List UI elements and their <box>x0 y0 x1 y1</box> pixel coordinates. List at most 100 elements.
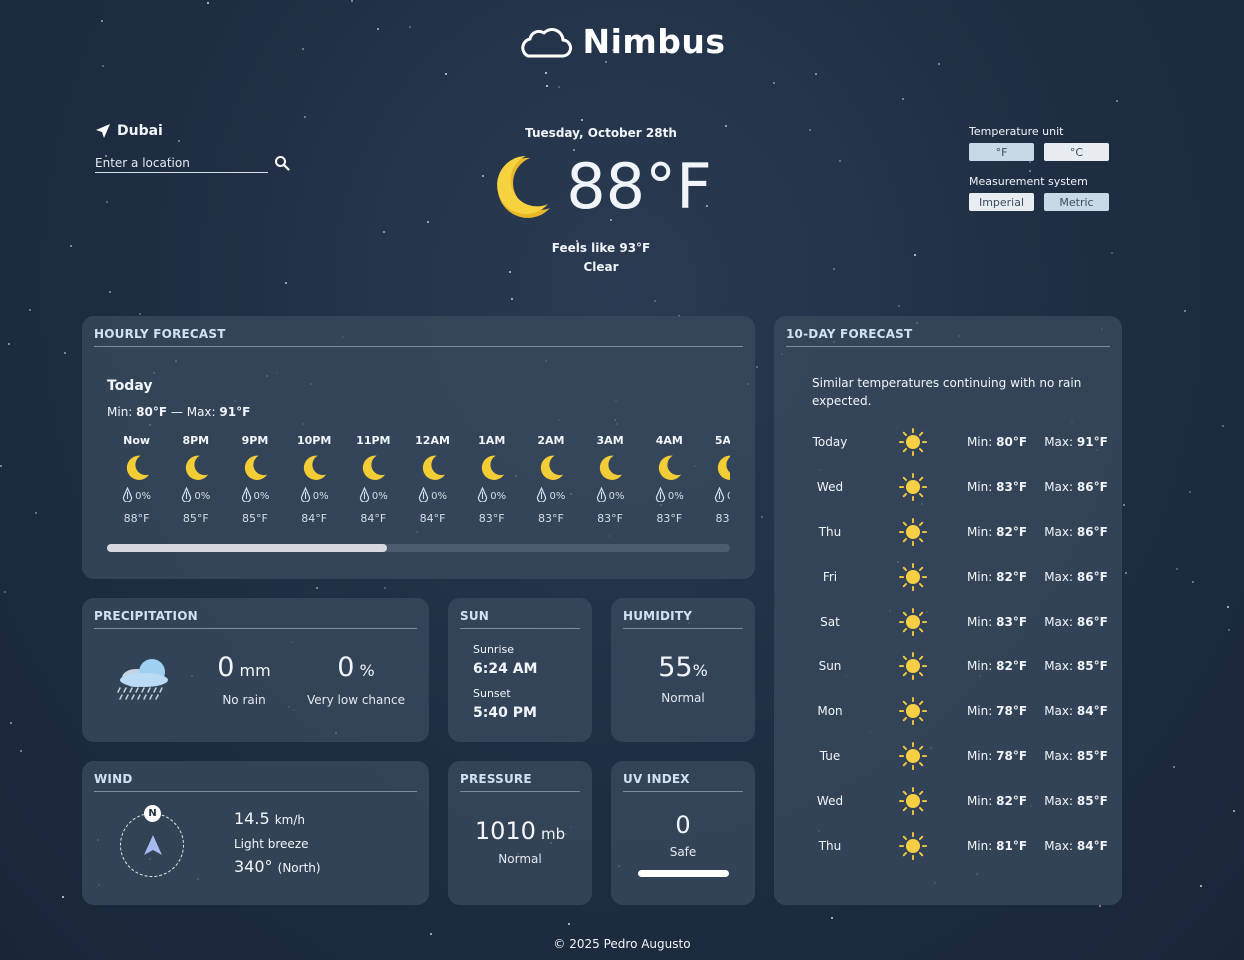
sun-icon <box>886 562 940 592</box>
current-location[interactable]: Dubai <box>95 123 290 139</box>
wind-description: Light breeze <box>234 837 309 851</box>
sun-icon <box>886 741 940 771</box>
rain-chance: 0% <box>462 484 521 508</box>
precip-amount-unit: mm <box>239 661 271 680</box>
hour-time: 5AM <box>714 434 730 447</box>
hourly-item: 4AM 0% 83°F <box>640 434 699 534</box>
forecast-day-row: Sun Min: 82°F Max: 85°F <box>774 644 1122 689</box>
day-min: Min: 80°F <box>966 435 1028 450</box>
raindrop-icon <box>714 486 725 505</box>
wind-speed: 14.5 <box>234 809 270 828</box>
hour-temp: 83°F <box>656 512 683 525</box>
rain-chance: 0% <box>166 484 225 508</box>
day-max: Max: 84°F <box>1044 838 1108 853</box>
ten-day-forecast-card: 10-DAY FORECAST Similar temperatures con… <box>774 316 1122 905</box>
rain-chance: 0% <box>521 484 580 508</box>
day-min: Min: 82°F <box>966 524 1028 539</box>
forecast-day-row: Wed Min: 82°F Max: 85°F <box>774 778 1122 823</box>
hourly-list[interactable]: Now 0% 88°F 8PM 0% 85°F 9PM 0% 85°F 10PM 0% 84°F 11P… <box>107 434 730 534</box>
forecast-day-row: Sat Min: 83°F Max: 86°F <box>774 599 1122 644</box>
humidity-label: Normal <box>661 691 705 705</box>
hour-time: 10PM <box>296 434 332 447</box>
metric-button[interactable]: Metric <box>1044 193 1109 211</box>
precip-chance-label: Very low chance <box>307 693 405 707</box>
app-title: Nimbus <box>582 22 726 61</box>
wind-direction-name: (North) <box>277 861 321 875</box>
sun-icon <box>886 472 940 502</box>
moon-icon <box>462 450 521 484</box>
day-min: Min: 82°F <box>966 793 1028 808</box>
day-max: Max: 86°F <box>1044 480 1108 495</box>
precip-amount-label: No rain <box>222 693 266 707</box>
ten-day-summary: Similar temperatures continuing with no … <box>812 376 1082 408</box>
day-name: Sun <box>818 659 842 674</box>
pressure-unit: mb <box>541 825 566 843</box>
hour-time: 1AM <box>478 434 506 447</box>
sun-title: SUN <box>460 609 580 629</box>
precip-chance: 0 % Very low chance <box>302 652 410 707</box>
hour-temp: 84°F <box>360 512 387 525</box>
location-panel: Dubai <box>95 123 290 173</box>
uv-level-bar <box>638 870 729 877</box>
raindrop-icon <box>536 486 547 505</box>
hourly-scrollbar[interactable] <box>107 544 730 552</box>
min-prefix: Min: <box>107 405 133 419</box>
ten-day-list: Today Min: 80°F Max: 91°F Wed Min: 83°F Max: … <box>774 420 1122 868</box>
precipitation-title: PRECIPITATION <box>94 609 417 629</box>
pressure-title: PRESSURE <box>460 772 580 792</box>
hourly-max: 91°F <box>219 405 251 419</box>
raindrop-icon <box>122 486 133 505</box>
sun-icon <box>886 831 940 861</box>
day-min: Min: 82°F <box>966 569 1028 584</box>
hourly-item: 2AM 0% 83°F <box>521 434 580 534</box>
day-name: Today <box>812 435 848 450</box>
raindrop-icon <box>418 486 429 505</box>
day-min: Min: 83°F <box>966 614 1028 629</box>
sunrise-time: 6:24 AM <box>473 661 538 677</box>
uv-label: Safe <box>669 845 697 859</box>
hourly-item: 3AM 0% 83°F <box>581 434 640 534</box>
unit-fahrenheit-button[interactable]: °F <box>969 143 1034 161</box>
unit-celsius-button[interactable]: °C <box>1044 143 1109 161</box>
hour-temp: 83°F <box>715 512 730 525</box>
location-name: Dubai <box>117 123 163 139</box>
wind-compass: N <box>120 805 184 877</box>
day-max: Max: 84°F <box>1044 704 1108 719</box>
precip-amount: 0 mm No rain <box>202 652 286 707</box>
max-prefix: — Max: <box>170 405 216 419</box>
location-search-input[interactable] <box>95 153 268 173</box>
moon-icon <box>403 450 462 484</box>
day-max: Max: 86°F <box>1044 614 1108 629</box>
day-name: Sat <box>820 614 840 629</box>
location-arrow-icon <box>96 124 110 138</box>
current-date: Tuesday, October 28th <box>525 126 677 140</box>
scrollbar-thumb[interactable] <box>107 544 388 552</box>
hourly-item: 5AM 0% 83°F <box>699 434 730 534</box>
hourly-forecast-card: HOURLY FORECAST Today Min: 80°F — Max: 9… <box>82 316 755 579</box>
hourly-item: 11PM 0% 84°F <box>344 434 403 534</box>
sun-icon <box>886 786 940 816</box>
search-icon[interactable] <box>274 155 290 171</box>
current-temperature: 88°F <box>566 150 712 223</box>
sunrise-label: Sunrise <box>473 643 515 656</box>
day-min: Min: 82°F <box>966 659 1028 674</box>
forecast-day-row: Fri Min: 82°F Max: 86°F <box>774 554 1122 599</box>
day-min: Min: 81°F <box>966 838 1028 853</box>
pressure-value: 1010 <box>474 817 536 845</box>
forecast-day-row: Wed Min: 83°F Max: 86°F <box>774 465 1122 510</box>
footer-credit: © 2025 Pedro Augusto <box>553 937 691 951</box>
precipitation-card: PRECIPITATION 0 mm No rain 0 % Very low … <box>82 598 429 742</box>
raindrop-icon <box>655 486 666 505</box>
hourly-item: 10PM 0% 84°F <box>285 434 344 534</box>
wind-direction-arrow-icon <box>144 835 162 855</box>
rain-chance-value: 0% <box>608 490 625 502</box>
moon-icon <box>166 450 225 484</box>
imperial-button[interactable]: Imperial <box>969 193 1034 211</box>
humidity-card: HUMIDITY 55% Normal <box>611 598 755 742</box>
hour-temp: 85°F <box>182 512 209 525</box>
moon-icon <box>521 450 580 484</box>
rain-chance-value: 0% <box>135 490 152 502</box>
rain-chance-value: 0% <box>253 490 270 502</box>
raindrop-icon <box>477 486 488 505</box>
day-name: Fri <box>822 569 838 584</box>
